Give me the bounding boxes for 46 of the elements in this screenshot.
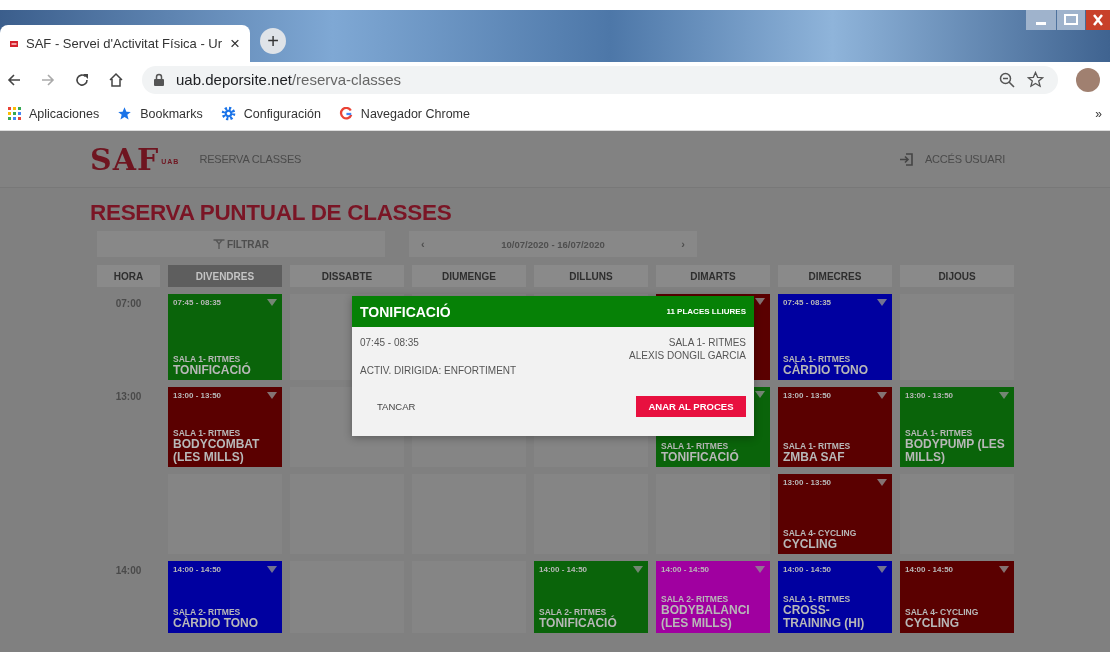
page-title: RESERVA PUNTUAL DE CLASSES (90, 200, 453, 226)
class-time: 13:00 - 13:50 (783, 391, 832, 400)
class-name: CYCLING (905, 616, 960, 630)
class-room: SALA 2- RITMES (539, 606, 607, 617)
class-time: 14:00 - 14:50 (783, 565, 832, 574)
class-room: SALA 1- RITMES (661, 440, 729, 451)
class-room: SALA 1- RITMES (905, 427, 974, 438)
hour-column-header: HORA (97, 265, 160, 287)
class-time: 14:00 - 14:50 (539, 565, 588, 574)
class-name: TONIFICACIÓ (173, 363, 252, 377)
class-name: BODYPUMP (LES MILLS) (905, 437, 1006, 464)
class-time: 14:00 - 14:50 (661, 565, 710, 574)
class-room: SALA 1- RITMES (668, 337, 746, 348)
class-time: 13:00 - 13:50 (173, 391, 222, 400)
instructor-name: ALEXIS DONGIL GARCIA (629, 350, 746, 361)
class-room: SALA 2- RITMES (661, 593, 730, 604)
class-name: CROSS-TRAINING (HI) (783, 603, 866, 630)
class-time: 07:45 - 08:35 (173, 298, 222, 307)
class-room: SALA 1- RITMES (173, 427, 242, 438)
class-name: BODYBALANCI (LES MILLS) (661, 603, 751, 630)
class-room: SALA 1- RITMES (783, 593, 852, 604)
class-room: SALA 1- RITMES (783, 440, 852, 451)
class-time: 13:00 - 13:50 (783, 478, 832, 487)
class-time: 14:00 - 14:50 (905, 565, 954, 574)
dialog-title: TONIFICACIÓ (360, 303, 451, 320)
class-name: CÀRDIO TONO (783, 363, 870, 377)
class-room: SALA 1- RITMES (173, 353, 241, 364)
class-name: BODYCOMBAT (LES MILLS) (173, 437, 261, 464)
url-text: uab.deporsite.net/reserva-classes (176, 71, 402, 88)
class-name: CYCLING (783, 537, 838, 551)
class-room: SALA 2- RITMES (173, 606, 242, 617)
class-name: TONIFICACIÓ (661, 450, 740, 464)
class-time: 13:00 - 13:50 (905, 391, 954, 400)
tab-title: SAF - Servei d'Activitat Física - Ur (26, 36, 223, 51)
free-places: 11 PLACES LLIURES (666, 307, 746, 316)
date-range: 10/07/2020 - 16/07/2020 (500, 238, 606, 250)
class-time: 07:45 - 08:35 (783, 298, 832, 307)
class-room: SALA 4- CYCLING (783, 527, 858, 538)
class-name: ZMBA SAF (783, 450, 846, 464)
class-name: TONIFICACIÓ (539, 616, 618, 630)
activity-category: ACTIV. DIRIGIDA: ENFORTIMENT (360, 365, 518, 376)
class-name: CÀRDIO TONO (173, 616, 260, 630)
class-room: SALA 1- RITMES (783, 353, 852, 364)
class-time: 07:45 - 08:35 (360, 337, 419, 348)
class-room: SALA 4- CYCLING (905, 606, 980, 617)
class-time: 14:00 - 14:50 (173, 565, 222, 574)
